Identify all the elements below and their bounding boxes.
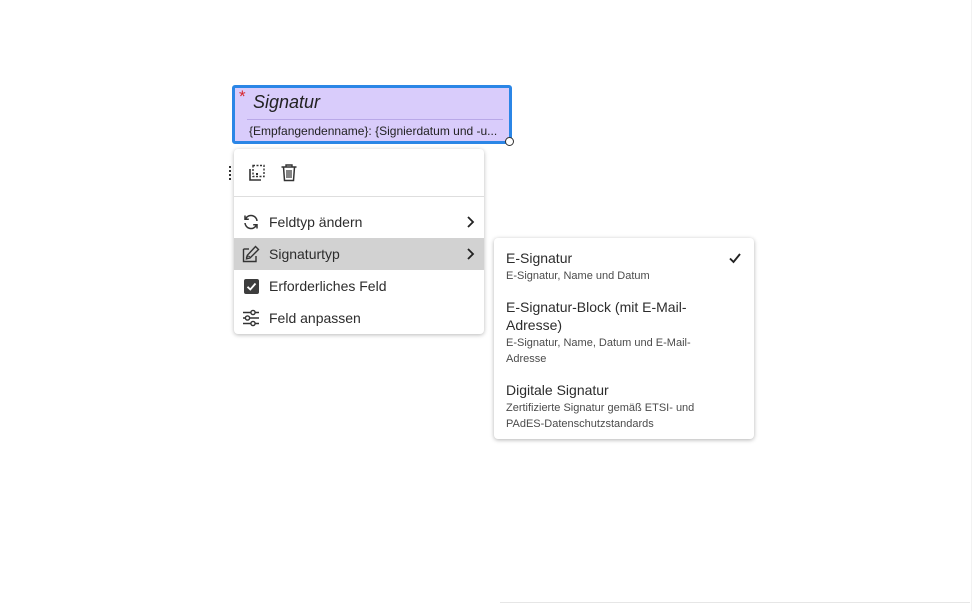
signature-field[interactable]: * Signatur {Empfangendenname}: {Signierd…	[232, 85, 512, 144]
page-right-edge	[971, 0, 972, 611]
submenu-item-title: Digitale Signatur	[506, 382, 609, 398]
checkmark-icon	[729, 253, 741, 264]
menu-item-label: Erforderliches Feld	[269, 278, 387, 294]
menu-item-customize-field[interactable]: Feld anpassen	[234, 302, 484, 334]
signature-field-title: Signatur	[253, 92, 321, 112]
submenu-item-e-signature[interactable]: E-Signatur E-Signatur, Name und Datum	[506, 249, 742, 284]
menu-item-signature-type[interactable]: Signaturtyp	[234, 238, 484, 270]
menu-item-required-field[interactable]: Erforderliches Feld	[234, 270, 484, 302]
context-menu-toolbar	[234, 149, 484, 197]
sliders-icon	[243, 309, 259, 327]
chevron-right-icon	[467, 248, 475, 260]
submenu-item-title: E-Signatur	[506, 250, 573, 266]
menu-item-label: Feldtyp ändern	[269, 214, 363, 230]
signature-field-divider	[247, 119, 503, 120]
required-marker: *	[239, 87, 246, 106]
signature-field-subtitle: {Empfangendenname}: {Signierdatum und -u…	[249, 124, 498, 138]
duplicate-icon	[249, 164, 265, 181]
page-bottom-divider	[500, 602, 970, 603]
menu-item-label: Feld anpassen	[269, 310, 361, 326]
submenu-item-description: Zertifizierte Signatur gemäß ETSI- und P…	[506, 402, 695, 430]
duplicate-button[interactable]	[246, 162, 268, 184]
delete-button[interactable]	[278, 162, 300, 184]
menu-item-change-field-type[interactable]: Feldtyp ändern	[234, 206, 484, 238]
resize-handle[interactable]	[505, 137, 514, 146]
checkbox-checked-icon[interactable]	[243, 278, 259, 294]
chevron-right-icon	[467, 216, 475, 228]
submenu-item-e-signature-block[interactable]: E-Signatur-Block (mit E-Mail-Adresse) E-…	[506, 298, 742, 367]
signature-type-submenu: E-Signatur E-Signatur, Name und Datum E-…	[494, 238, 754, 439]
selection-indicator	[229, 166, 233, 180]
submenu-item-digital-signature[interactable]: Digitale Signatur Zertifizierte Signatur…	[506, 381, 742, 432]
trash-icon	[281, 164, 297, 182]
submenu-item-description: E-Signatur, Name, Datum und E-Mail-Adres…	[506, 337, 691, 365]
field-context-menu: Feldtyp ändern Signaturtyp Erforderliche…	[234, 149, 484, 334]
menu-item-label: Signaturtyp	[269, 246, 340, 262]
refresh-icon	[244, 214, 258, 230]
page: * Signatur {Empfangendenname}: {Signierd…	[0, 0, 978, 611]
submenu-item-description: E-Signatur, Name und Datum	[506, 270, 650, 282]
sign-pen-icon	[242, 245, 260, 263]
submenu-item-title: E-Signatur-Block (mit E-Mail-Adresse)	[506, 299, 687, 333]
context-menu-items: Feldtyp ändern Signaturtyp Erforderliche…	[234, 197, 484, 334]
